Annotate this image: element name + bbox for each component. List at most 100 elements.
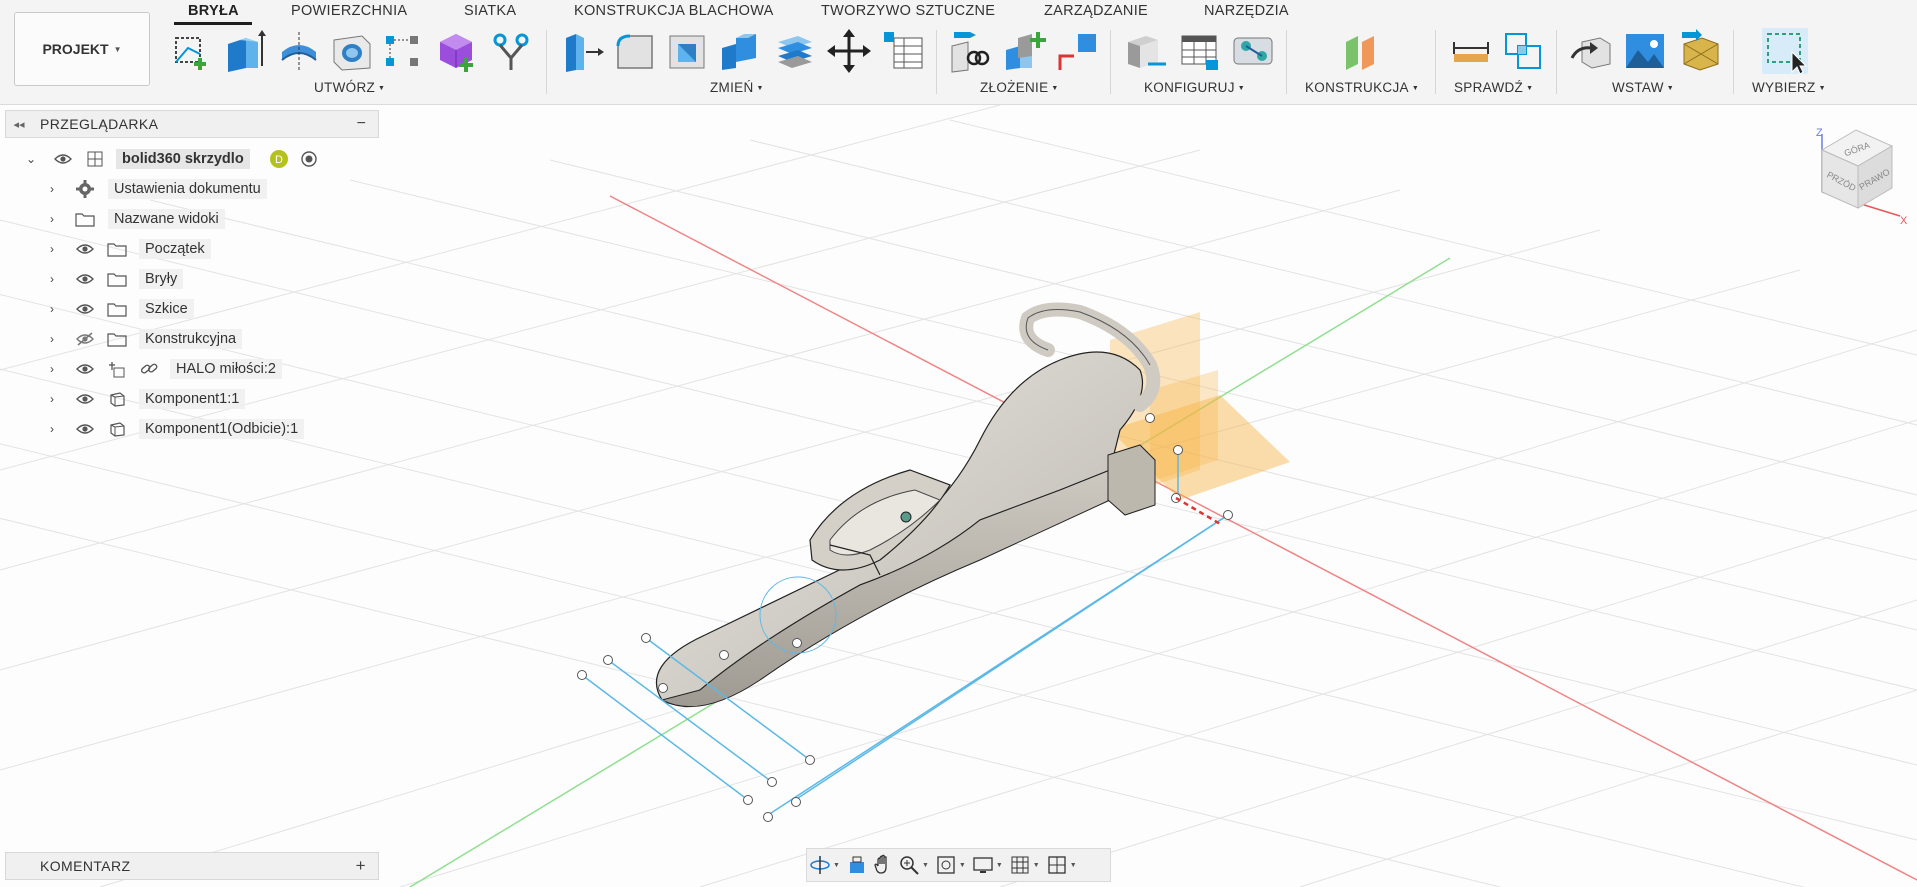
minimize-icon[interactable]: −: [357, 115, 366, 133]
chevron-right-icon[interactable]: ›: [50, 182, 54, 196]
chevron-down-icon[interactable]: ▼: [1033, 862, 1040, 869]
collapse-panel-icon[interactable]: ◂◂: [6, 118, 32, 131]
canvas-icon[interactable]: [1622, 28, 1668, 74]
fit-icon[interactable]: [933, 852, 959, 878]
tab-mesh[interactable]: SIATKA: [464, 3, 516, 19]
activate-radio-icon[interactable]: [298, 148, 320, 170]
browser-header: ◂◂ PRZEGLĄDARKA −: [5, 110, 379, 138]
group-inspect[interactable]: SPRAWDŹ ▼: [1454, 80, 1533, 95]
insert-mesh-icon[interactable]: [1676, 28, 1722, 74]
interference-icon[interactable]: [1500, 28, 1546, 74]
configure-icon[interactable]: [1122, 28, 1168, 74]
create-form-icon[interactable]: [434, 28, 480, 74]
look-at-icon[interactable]: [844, 852, 870, 878]
tree-item-label[interactable]: Szkice: [139, 299, 194, 319]
svg-text:D: D: [275, 154, 283, 166]
press-pull-icon[interactable]: [558, 28, 604, 74]
tree-item-label[interactable]: Bryły: [139, 269, 184, 289]
viewcube[interactable]: GÓRA PRZÓD PRAWO Z X: [1800, 120, 1910, 230]
derive-icon[interactable]: [488, 28, 534, 74]
insert-derive-icon[interactable]: [1568, 28, 1614, 74]
tree-item-label[interactable]: Początek: [139, 239, 211, 259]
eye-icon[interactable]: [74, 418, 96, 440]
split-face-icon[interactable]: [772, 28, 818, 74]
car-body[interactable]: [655, 302, 1161, 708]
move-icon[interactable]: [826, 28, 872, 74]
grid-settings-icon[interactable]: [1007, 852, 1033, 878]
eye-icon[interactable]: [52, 148, 74, 170]
root-label[interactable]: bolid360 skrzydlo: [116, 149, 250, 169]
pattern-icon[interactable]: [380, 28, 426, 74]
link-icon: [138, 358, 160, 380]
zoom-icon[interactable]: [896, 852, 922, 878]
chevron-right-icon[interactable]: ›: [50, 242, 54, 256]
canvas-viewport[interactable]: [0, 105, 1917, 887]
tree-item-label[interactable]: Komponent1:1: [139, 389, 246, 409]
chevron-right-icon[interactable]: ›: [50, 392, 54, 406]
eye-icon[interactable]: [74, 238, 96, 260]
chevron-down-icon[interactable]: ▼: [996, 862, 1003, 869]
offset-plane-icon[interactable]: [1338, 28, 1384, 74]
group-separator: [1733, 30, 1734, 94]
shell-icon[interactable]: [664, 28, 710, 74]
group-insert[interactable]: WSTAW ▼: [1612, 80, 1674, 95]
eye-icon[interactable]: [74, 388, 96, 410]
eye-hidden-icon[interactable]: [74, 328, 96, 350]
chevron-down-icon[interactable]: ▼: [922, 862, 929, 869]
eye-icon[interactable]: [74, 268, 96, 290]
project-label: PROJEKT: [42, 41, 109, 57]
configuration-rule-icon[interactable]: [1230, 28, 1276, 74]
tree-item-label[interactable]: Komponent1(Odbicie):1: [139, 419, 305, 439]
measure-icon[interactable]: [1448, 28, 1494, 74]
group-configure[interactable]: KONFIGURUJ ▼: [1144, 80, 1245, 95]
create-sketch-icon[interactable]: [168, 28, 214, 74]
tab-plastic[interactable]: TWORZYWO SZTUCZNE: [821, 3, 995, 19]
comments-panel[interactable]: KOMENTARZ +: [5, 852, 379, 880]
model-scene[interactable]: [0, 105, 1917, 887]
group-construct[interactable]: KONSTRUKCJA ▼: [1305, 80, 1419, 95]
group-select[interactable]: WYBIERZ ▼: [1752, 80, 1826, 95]
tab-manage[interactable]: ZARZĄDZANIE: [1044, 3, 1148, 19]
tree-item-label[interactable]: HALO miłości:2: [170, 359, 282, 379]
chevron-right-icon[interactable]: ›: [50, 302, 54, 316]
viewports-icon[interactable]: [1044, 852, 1070, 878]
orbit-icon[interactable]: [807, 852, 833, 878]
group-create[interactable]: UTWÓRZ ▼: [314, 80, 385, 95]
chevron-down-icon[interactable]: ▼: [959, 862, 966, 869]
tab-surface[interactable]: POWIERZCHNIA: [291, 3, 407, 19]
chevron-down-icon[interactable]: ▼: [1070, 862, 1077, 869]
hole-icon[interactable]: [328, 28, 374, 74]
change-parameters-icon[interactable]: [880, 28, 926, 74]
chevron-right-icon[interactable]: ›: [50, 422, 54, 436]
select-icon[interactable]: [1762, 28, 1808, 75]
chevron-right-icon[interactable]: ›: [50, 212, 54, 226]
fillet-icon[interactable]: [612, 28, 658, 74]
tree-item-label[interactable]: Ustawienia dokumentu: [108, 179, 267, 199]
chevron-down-icon[interactable]: ⌄: [26, 152, 36, 166]
chevron-down-icon: ▼: [1526, 84, 1534, 92]
revolve-icon[interactable]: [276, 28, 322, 74]
eye-icon[interactable]: [74, 298, 96, 320]
group-modify[interactable]: ZMIEŃ ▼: [710, 80, 764, 95]
extrude-icon[interactable]: [222, 28, 268, 74]
project-button[interactable]: PROJEKT ▼: [14, 12, 150, 86]
tree-item-label[interactable]: Nazwane widoki: [108, 209, 225, 229]
tab-sheet-metal[interactable]: KONSTRUKCJA BLACHOWA: [574, 3, 774, 19]
group-assemble[interactable]: ZŁOŻENIE ▼: [980, 80, 1059, 95]
pan-icon[interactable]: [870, 852, 896, 878]
tab-utilities[interactable]: NARZĘDZIA: [1204, 3, 1289, 19]
eye-icon[interactable]: [74, 358, 96, 380]
tab-solid[interactable]: BRYŁA: [188, 3, 239, 19]
chevron-right-icon[interactable]: ›: [50, 362, 54, 376]
chevron-right-icon[interactable]: ›: [50, 272, 54, 286]
configuration-table-icon[interactable]: [1176, 28, 1222, 74]
joint-icon[interactable]: [1002, 28, 1048, 74]
as-built-joint-icon[interactable]: [1054, 28, 1100, 74]
chevron-down-icon[interactable]: ▼: [833, 862, 840, 869]
combine-icon[interactable]: [716, 28, 762, 74]
add-comment-icon[interactable]: +: [356, 856, 366, 876]
tree-item-label[interactable]: Konstrukcyjna: [139, 329, 243, 349]
chevron-right-icon[interactable]: ›: [50, 332, 54, 346]
display-settings-icon[interactable]: [970, 852, 996, 878]
new-component-icon[interactable]: [948, 28, 994, 74]
